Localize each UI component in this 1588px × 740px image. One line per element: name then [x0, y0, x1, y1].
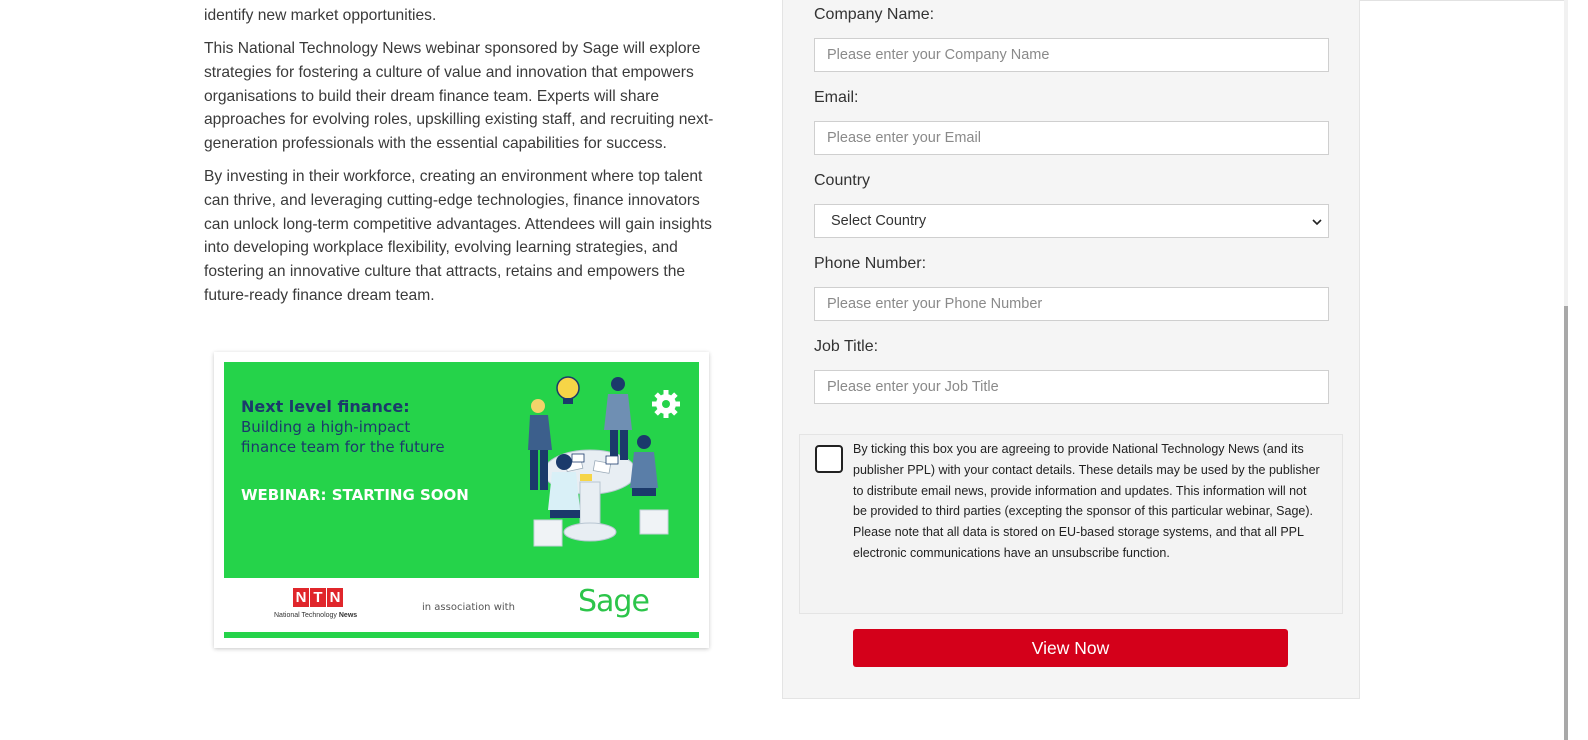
- job-title-input[interactable]: [814, 370, 1329, 404]
- registration-form: Company Name: Email: Country Select Coun…: [782, 0, 1360, 699]
- gear-icon: [652, 390, 680, 418]
- country-label: Country: [814, 172, 871, 189]
- ntn-letter-3: N: [327, 588, 343, 607]
- consent-section: By ticking this box you are agreeing to …: [799, 434, 1343, 614]
- email-input[interactable]: [814, 121, 1329, 155]
- banner-subtitle-line2: finance team for the future: [241, 438, 445, 456]
- company-name-label: Company Name:: [814, 6, 935, 23]
- lightbulb-icon: [556, 376, 580, 404]
- ntn-letter-2: T: [310, 588, 326, 607]
- ntn-logo-subtitle: National Technology News: [274, 612, 357, 619]
- banner-hero: Next level finance: Building a high-impa…: [224, 362, 699, 578]
- webinar-banner: Next level finance: Building a high-impa…: [214, 352, 709, 648]
- consent-checkbox[interactable]: [815, 445, 843, 473]
- page-scrollbar[interactable]: [1564, 0, 1568, 740]
- ntn-logo: NTN National Technology News: [274, 588, 370, 622]
- association-text: in association with: [422, 602, 515, 613]
- team-meeting-illustration: [528, 376, 680, 547]
- banner-footer: NTN National Technology News in associat…: [224, 578, 699, 632]
- ntn-sub-bold: News: [338, 612, 358, 619]
- phone-number-input[interactable]: [814, 287, 1329, 321]
- banner-bottom-bar: [224, 632, 699, 638]
- view-now-button[interactable]: View Now: [853, 629, 1288, 667]
- article-paragraph-2: This National Technology News webinar sp…: [204, 40, 714, 153]
- company-name-input[interactable]: [814, 38, 1329, 72]
- consent-text: By ticking this box you are agreeing to …: [853, 442, 1320, 560]
- email-label: Email:: [814, 89, 859, 106]
- scrollbar-thumb[interactable]: [1564, 306, 1568, 740]
- banner-status: WEBINAR: STARTING SOON: [241, 486, 469, 504]
- banner-title: Next level finance:: [241, 397, 410, 416]
- banner-subtitle-line1: Building a high-impact: [241, 418, 411, 436]
- ntn-sub-prefix: National Technology: [274, 612, 337, 619]
- chevron-down-icon: [1312, 219, 1322, 226]
- phone-number-label: Phone Number:: [814, 255, 927, 272]
- ntn-letter-1: N: [293, 588, 309, 607]
- sage-logo: Sage: [578, 584, 650, 619]
- article-paragraph-1: identify new market opportunities.: [204, 7, 437, 24]
- country-select-value: Select Country: [831, 213, 927, 229]
- top-divider: [1360, 0, 1564, 1]
- country-select[interactable]: Select Country: [814, 204, 1329, 238]
- job-title-label: Job Title:: [814, 338, 879, 355]
- article-paragraph-3: By investing in their workforce, creatin…: [204, 168, 712, 304]
